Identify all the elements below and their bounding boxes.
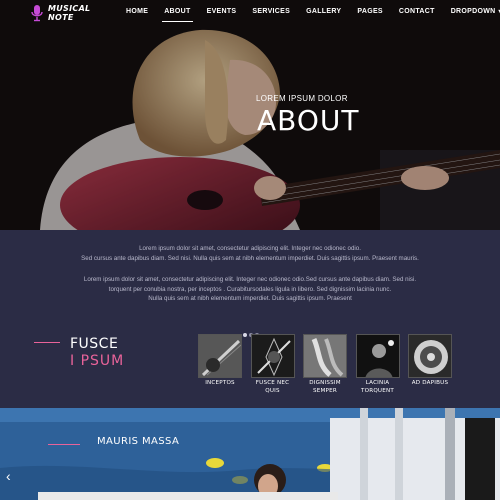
gallery-label: INCEPTOS <box>205 380 235 386</box>
gallery-label: LACINIA TORQUENT <box>361 380 394 394</box>
gallery-image-performer <box>355 334 400 378</box>
intro-paragraph-2: Lorem ipsum dolor sit amet, consectetur … <box>0 275 500 304</box>
hero-overlay <box>0 0 500 230</box>
gallery-label: DIGNISSIM SEMPER <box>309 380 341 394</box>
accent-line <box>34 342 60 343</box>
nav-item-services[interactable]: SERVICES <box>244 0 298 26</box>
gallery-item[interactable]: INCEPTOS <box>198 334 242 395</box>
nav-item-events[interactable]: EVENTS <box>199 0 245 26</box>
section-heading: MAURIS MASSA <box>97 436 180 447</box>
intro-paragraph-1: Lorem ipsum dolor sit amet, consectetur … <box>0 244 500 263</box>
bottom-photo <box>0 408 500 500</box>
feature-title-line2: I PSUM <box>70 353 125 369</box>
intro-line: torquent per conubia nostra, per incepto… <box>108 285 392 293</box>
gallery-item[interactable]: LACINIA TORQUENT <box>355 334 400 395</box>
nav-item-dropdown[interactable]: DROPDOWN▾ <box>443 0 500 26</box>
hero-title: ABOUT <box>257 104 360 137</box>
chevron-left-icon[interactable]: ‹ <box>6 468 11 484</box>
brand-line2: NOTE <box>48 13 74 22</box>
brand-line1: MUSICAL <box>48 4 91 13</box>
intro-line: Sed cursus ante dapibus diam. Sed nisi. … <box>81 254 419 262</box>
main-menu: HOME ABOUT EVENTS SERVICES GALLERY PAGES… <box>118 0 500 26</box>
about-content: Lorem ipsum dolor sit amet, consectetur … <box>0 230 500 408</box>
gallery-thumbnails: INCEPTOS FUSCE NEC QUIS DIGNISSIM SEMPER… <box>198 334 461 395</box>
gallery-image-saxophone <box>303 334 347 378</box>
gallery-item[interactable]: AD DAPIBUS <box>408 334 452 395</box>
nav-item-about[interactable]: ABOUT <box>156 0 198 26</box>
feature-title-line1: FUSCE <box>70 336 119 352</box>
accent-line <box>48 444 80 445</box>
intro-line: Lorem ipsum dolor sit amet, consectetur … <box>83 276 417 283</box>
dropdown-label: DROPDOWN <box>450 8 496 15</box>
hero-section: LOREM IPSUM DOLOR ABOUT <box>0 0 500 230</box>
page: LOREM IPSUM DOLOR ABOUT MUSICAL NOTE HOM… <box>0 0 500 500</box>
gallery-image-speaker <box>408 334 452 378</box>
gallery-label: FUSCE NEC QUIS <box>255 380 290 394</box>
gallery-label: AD DAPIBUS <box>411 380 449 386</box>
nav-item-contact[interactable]: CONTACT <box>391 0 443 26</box>
microphone-icon <box>31 5 43 22</box>
hero-subtitle: LOREM IPSUM DOLOR <box>256 94 348 103</box>
gallery-image-guitar <box>198 334 242 378</box>
intro-line: Nulla quis sem at nibh elementum imperdi… <box>148 295 352 303</box>
intro-line: Lorem ipsum dolor sit amet, consectetur … <box>139 245 361 252</box>
gallery-item[interactable]: FUSCE NEC QUIS <box>250 334 295 395</box>
testimonial-section: MAURIS MASSA ‹ <box>0 408 500 500</box>
gallery-image-rock <box>250 334 295 378</box>
nav-item-pages[interactable]: PAGES <box>349 0 391 26</box>
brand-name: MUSICAL NOTE <box>48 4 90 22</box>
navbar: MUSICAL NOTE HOME ABOUT EVENTS SERVICES … <box>0 0 500 26</box>
nav-item-gallery[interactable]: GALLERY <box>298 0 349 26</box>
brand-logo[interactable]: MUSICAL NOTE <box>30 4 90 22</box>
nav-item-home[interactable]: HOME <box>118 0 156 26</box>
gallery-item[interactable]: DIGNISSIM SEMPER <box>303 334 347 395</box>
